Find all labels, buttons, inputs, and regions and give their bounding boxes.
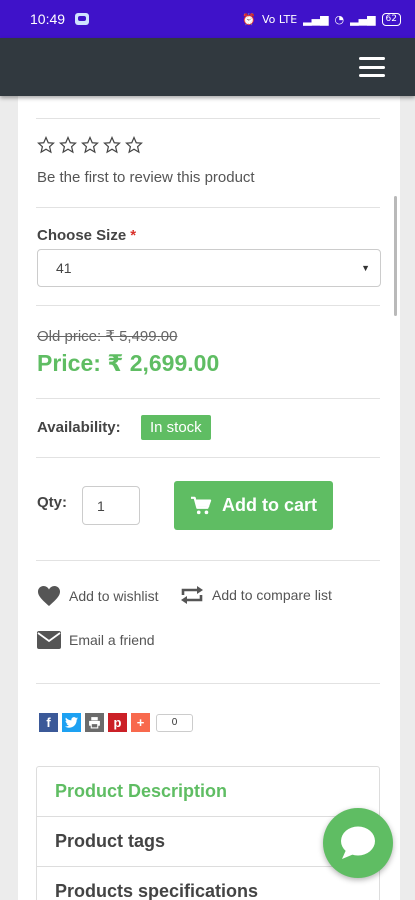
status-indicators: ⏰ Vo LTE ▂▄▆ ◔ ▂▄▆ 62 [242, 12, 401, 26]
notification-icon [75, 13, 90, 25]
battery-icon: 62 [381, 12, 401, 26]
status-bar: 10:49 ⏰ Vo LTE ▂▄▆ ◔ ▂▄▆ 62 [0, 0, 415, 38]
add-to-compare-link[interactable]: Add to compare list [180, 585, 332, 605]
tab-products-specifications[interactable]: Products specifications [37, 867, 379, 900]
cart-icon [190, 496, 212, 514]
add-to-wishlist-link[interactable]: Add to wishlist [37, 585, 158, 607]
size-selected-value: 41 [56, 260, 72, 276]
menu-icon[interactable] [359, 57, 385, 77]
compare-arrows-icon [181, 586, 203, 604]
site-header [0, 38, 415, 96]
print-icon[interactable] [85, 713, 104, 732]
rating-stars [37, 136, 143, 154]
chevron-down-icon: ▼ [361, 263, 370, 273]
size-label-text: Choose Size [37, 227, 127, 244]
chat-button[interactable] [323, 808, 393, 878]
star-outline-icon [37, 136, 55, 154]
star-outline-icon [125, 136, 143, 154]
wishlist-label: Add to wishlist [69, 588, 159, 604]
email-a-friend-link[interactable]: Email a friend [37, 631, 155, 649]
facebook-icon[interactable]: f [39, 713, 58, 732]
size-label: Choose Size * [37, 227, 136, 244]
divider [36, 305, 380, 306]
email-label: Email a friend [69, 632, 155, 648]
availability-label: Availability: [37, 419, 121, 436]
compare-label: Add to compare list [212, 587, 332, 603]
review-link[interactable]: Be the first to review this product [37, 169, 255, 186]
envelope-icon [37, 631, 61, 649]
scrollbar[interactable] [394, 196, 397, 316]
divider [36, 118, 380, 119]
add-to-cart-label: Add to cart [221, 495, 317, 515]
status-time: 10:49 [30, 11, 66, 27]
quantity-input[interactable]: 1 [82, 486, 140, 525]
divider [36, 560, 380, 561]
required-mark: * [130, 227, 137, 244]
network-label: Vo LTE [261, 12, 298, 26]
star-outline-icon [103, 136, 121, 154]
chat-bubble-icon [341, 826, 375, 859]
signal-icon-2: ▂▄▆ [350, 12, 376, 26]
old-price: Old price: ₹ 5,499.00 [37, 328, 178, 345]
pinterest-icon[interactable]: p [108, 713, 127, 732]
tab-product-description[interactable]: Product Description [37, 767, 379, 817]
wifi-icon: ◔ [334, 12, 345, 26]
product-panel: Be the first to review this product Choo… [18, 96, 400, 900]
current-price: Price: ₹ 2,699.00 [37, 350, 220, 376]
twitter-icon[interactable] [62, 713, 81, 732]
alarm-icon: ⏰ [242, 12, 256, 26]
addthis-icon[interactable]: + [131, 713, 150, 732]
divider [36, 398, 380, 399]
divider [36, 683, 380, 684]
star-outline-icon [59, 136, 77, 154]
share-buttons: f p + 0 [39, 713, 193, 732]
add-to-cart-button[interactable]: Add to cart [174, 481, 333, 530]
signal-icon: ▂▄▆ [303, 12, 329, 26]
star-outline-icon [81, 136, 99, 154]
stock-status-badge: In stock [141, 415, 211, 440]
share-count: 0 [156, 713, 193, 732]
qty-label: Qty: [37, 494, 67, 511]
heart-icon [38, 586, 60, 606]
divider [36, 457, 380, 458]
divider [36, 207, 380, 208]
size-select[interactable]: 41 ▼ [37, 249, 381, 287]
